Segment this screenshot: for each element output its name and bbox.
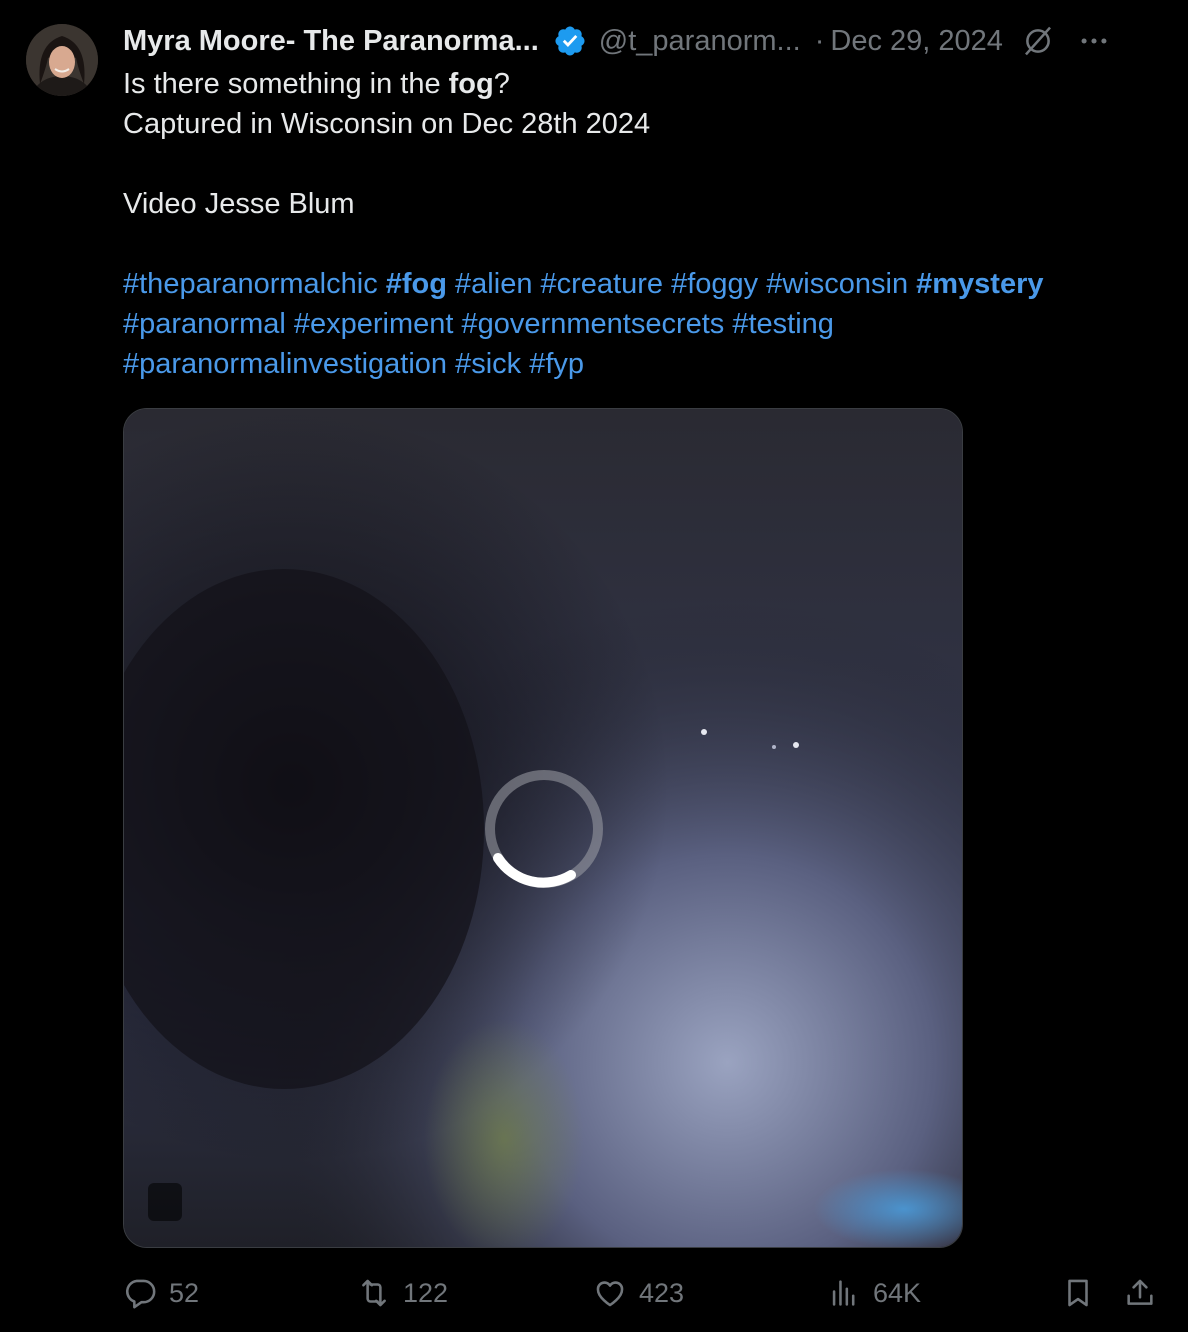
reply-icon [125,1279,156,1309]
share-button[interactable] [1123,1270,1157,1316]
hashtag-link[interactable]: #theparanormalchic [123,268,378,300]
reply-button[interactable]: 52 [123,1270,199,1316]
hashtag-link[interactable]: #mystery [916,268,1043,300]
hashtag-link[interactable]: #alien [455,268,532,300]
hashtag-link[interactable]: #wisconsin [766,268,908,300]
post-header: Myra Moore- The Paranorma... @t_paranorm… [123,20,1168,62]
post-text: Is there something in the fog? Captured … [123,64,1173,384]
views-chart-icon [832,1280,855,1306]
hashtag-link[interactable]: #fog [386,268,447,300]
hashtag-link[interactable]: #paranormal [123,308,286,340]
like-count: 423 [639,1277,685,1308]
hashtag-link[interactable]: #foggy [671,268,758,300]
reply-count: 52 [169,1277,200,1308]
post-line-2: Captured in Wisconsin on Dec 28th 2024 [123,108,651,140]
bookmark-button[interactable] [1061,1270,1095,1316]
hashtag-link[interactable]: #fyp [529,348,584,380]
avatar[interactable] [26,24,98,96]
hashtag-line-2: #paranormal #experiment #governmentsecre… [123,304,1173,344]
repost-button[interactable]: 122 [357,1270,448,1316]
views-button[interactable]: 64K [827,1270,921,1316]
action-bar: 52 122 423 64K [123,1270,1163,1316]
hashtag-line-3: #paranormalinvestigation #sick #fyp [123,344,1173,384]
author-handle[interactable]: @t_paranorm... [599,25,801,58]
post-line-1: Is there something in the fog? [123,64,1173,104]
post-line-3: Video Jesse Blum [123,188,355,220]
video-badge [148,1183,182,1221]
hashtag-link[interactable]: #sick [455,348,521,380]
grok-icon[interactable] [1021,24,1055,58]
repost-icon [362,1279,386,1307]
separator-dot: · [814,24,825,57]
hashtag-link[interactable]: #paranormalinvestigation [123,348,447,380]
share-icon [1127,1279,1153,1305]
text-segment: ? [493,68,510,100]
repost-count: 122 [403,1277,449,1308]
bookmark-icon [1068,1279,1088,1307]
text-bold-fog: fog [448,68,494,100]
more-options-icon[interactable] [1077,24,1111,58]
hashtag-link[interactable]: #creature [541,268,664,300]
author-display-name[interactable]: Myra Moore- The Paranorma... [123,25,539,58]
hashtag-link[interactable]: #testing [732,308,834,340]
hashtag-line-1: #theparanormalchic #fog #alien #creature… [123,264,1173,304]
heart-icon [596,1281,624,1307]
views-count: 64K [873,1277,922,1308]
verified-badge-icon[interactable] [553,24,587,58]
video-player[interactable] [123,408,963,1248]
hashtag-link[interactable]: #experiment [294,308,454,340]
like-button[interactable]: 423 [593,1270,684,1316]
text-segment: Is there something in the [123,68,449,100]
profile-photo-icon [26,24,98,96]
post-date[interactable]: Dec 29, 2024 [830,25,1003,58]
loading-spinner-icon [485,770,603,888]
hashtag-link[interactable]: #governmentsecrets [462,308,725,340]
